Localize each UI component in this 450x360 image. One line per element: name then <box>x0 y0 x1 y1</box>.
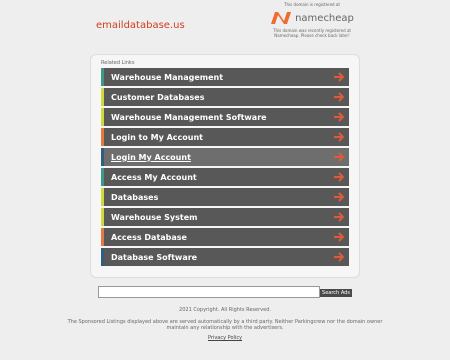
arrow-right-icon <box>334 152 345 162</box>
registrar-block: This domain is registered at namecheap T… <box>262 2 362 38</box>
related-link-item[interactable]: Access My Account <box>101 168 349 186</box>
privacy-policy-link[interactable]: Privacy Policy <box>0 335 450 341</box>
related-link-label: Warehouse System <box>111 212 198 222</box>
link-accent-bar <box>101 228 104 246</box>
related-link-label: Access Database <box>111 232 187 242</box>
related-link-item[interactable]: Warehouse Management Software <box>101 108 349 126</box>
related-link-label: Database Software <box>111 252 198 262</box>
search-ads-button[interactable]: Search Ads <box>320 289 352 297</box>
registrar-note: This domain was recently registered at N… <box>273 28 351 38</box>
footer-disclaimer: The Sponsored Listings displayed above a… <box>67 319 383 331</box>
arrow-right-icon <box>334 92 345 102</box>
related-link-item[interactable]: Warehouse Management <box>101 68 349 86</box>
link-accent-bar <box>101 188 104 206</box>
arrow-right-icon <box>334 72 345 82</box>
arrow-right-icon <box>334 252 345 262</box>
related-link-item[interactable]: Customer Databases <box>101 88 349 106</box>
link-accent-bar <box>101 68 104 86</box>
arrow-right-icon <box>334 132 345 142</box>
related-link-item[interactable]: Login My Account <box>101 148 349 166</box>
arrow-right-icon <box>334 112 345 122</box>
link-accent-bar <box>101 208 104 226</box>
related-links-title: Related Links <box>101 60 135 66</box>
search-input[interactable] <box>98 286 320 298</box>
link-accent-bar <box>101 108 104 126</box>
related-links-list: Warehouse Management Customer Databases Wa… <box>101 68 349 268</box>
namecheap-logo-icon <box>271 12 292 24</box>
related-link-label: Databases <box>111 192 159 202</box>
related-link-label: Login to My Account <box>111 132 203 142</box>
arrow-right-icon <box>334 232 345 242</box>
registrar-logo[interactable]: namecheap <box>262 11 362 25</box>
domain-name: emaildatabase.us <box>96 20 185 31</box>
arrow-right-icon <box>334 192 345 202</box>
footer-copyright: 2021 Copyright. All Rights Reserved. <box>179 307 271 313</box>
link-accent-bar <box>101 168 104 186</box>
related-link-label: Login My Account <box>111 152 191 162</box>
arrow-right-icon <box>334 212 345 222</box>
registrar-top-note: This domain is registered at <box>284 2 340 7</box>
link-accent-bar <box>101 148 104 166</box>
related-link-label: Warehouse Management Software <box>111 112 267 122</box>
related-link-item[interactable]: Access Database <box>101 228 349 246</box>
related-link-item[interactable]: Database Software <box>101 248 349 266</box>
related-links-panel: Related Links Warehouse Management Custom… <box>90 54 360 278</box>
link-accent-bar <box>101 248 104 266</box>
related-link-item[interactable]: Warehouse System <box>101 208 349 226</box>
related-link-label: Warehouse Management <box>111 72 224 82</box>
registrar-brand: namecheap <box>295 12 354 24</box>
related-link-label: Customer Databases <box>111 92 205 102</box>
related-link-item[interactable]: Databases <box>101 188 349 206</box>
related-link-label: Access My Account <box>111 172 197 182</box>
arrow-right-icon <box>334 172 345 182</box>
link-accent-bar <box>101 128 104 146</box>
related-link-item[interactable]: Login to My Account <box>101 128 349 146</box>
link-accent-bar <box>101 88 104 106</box>
